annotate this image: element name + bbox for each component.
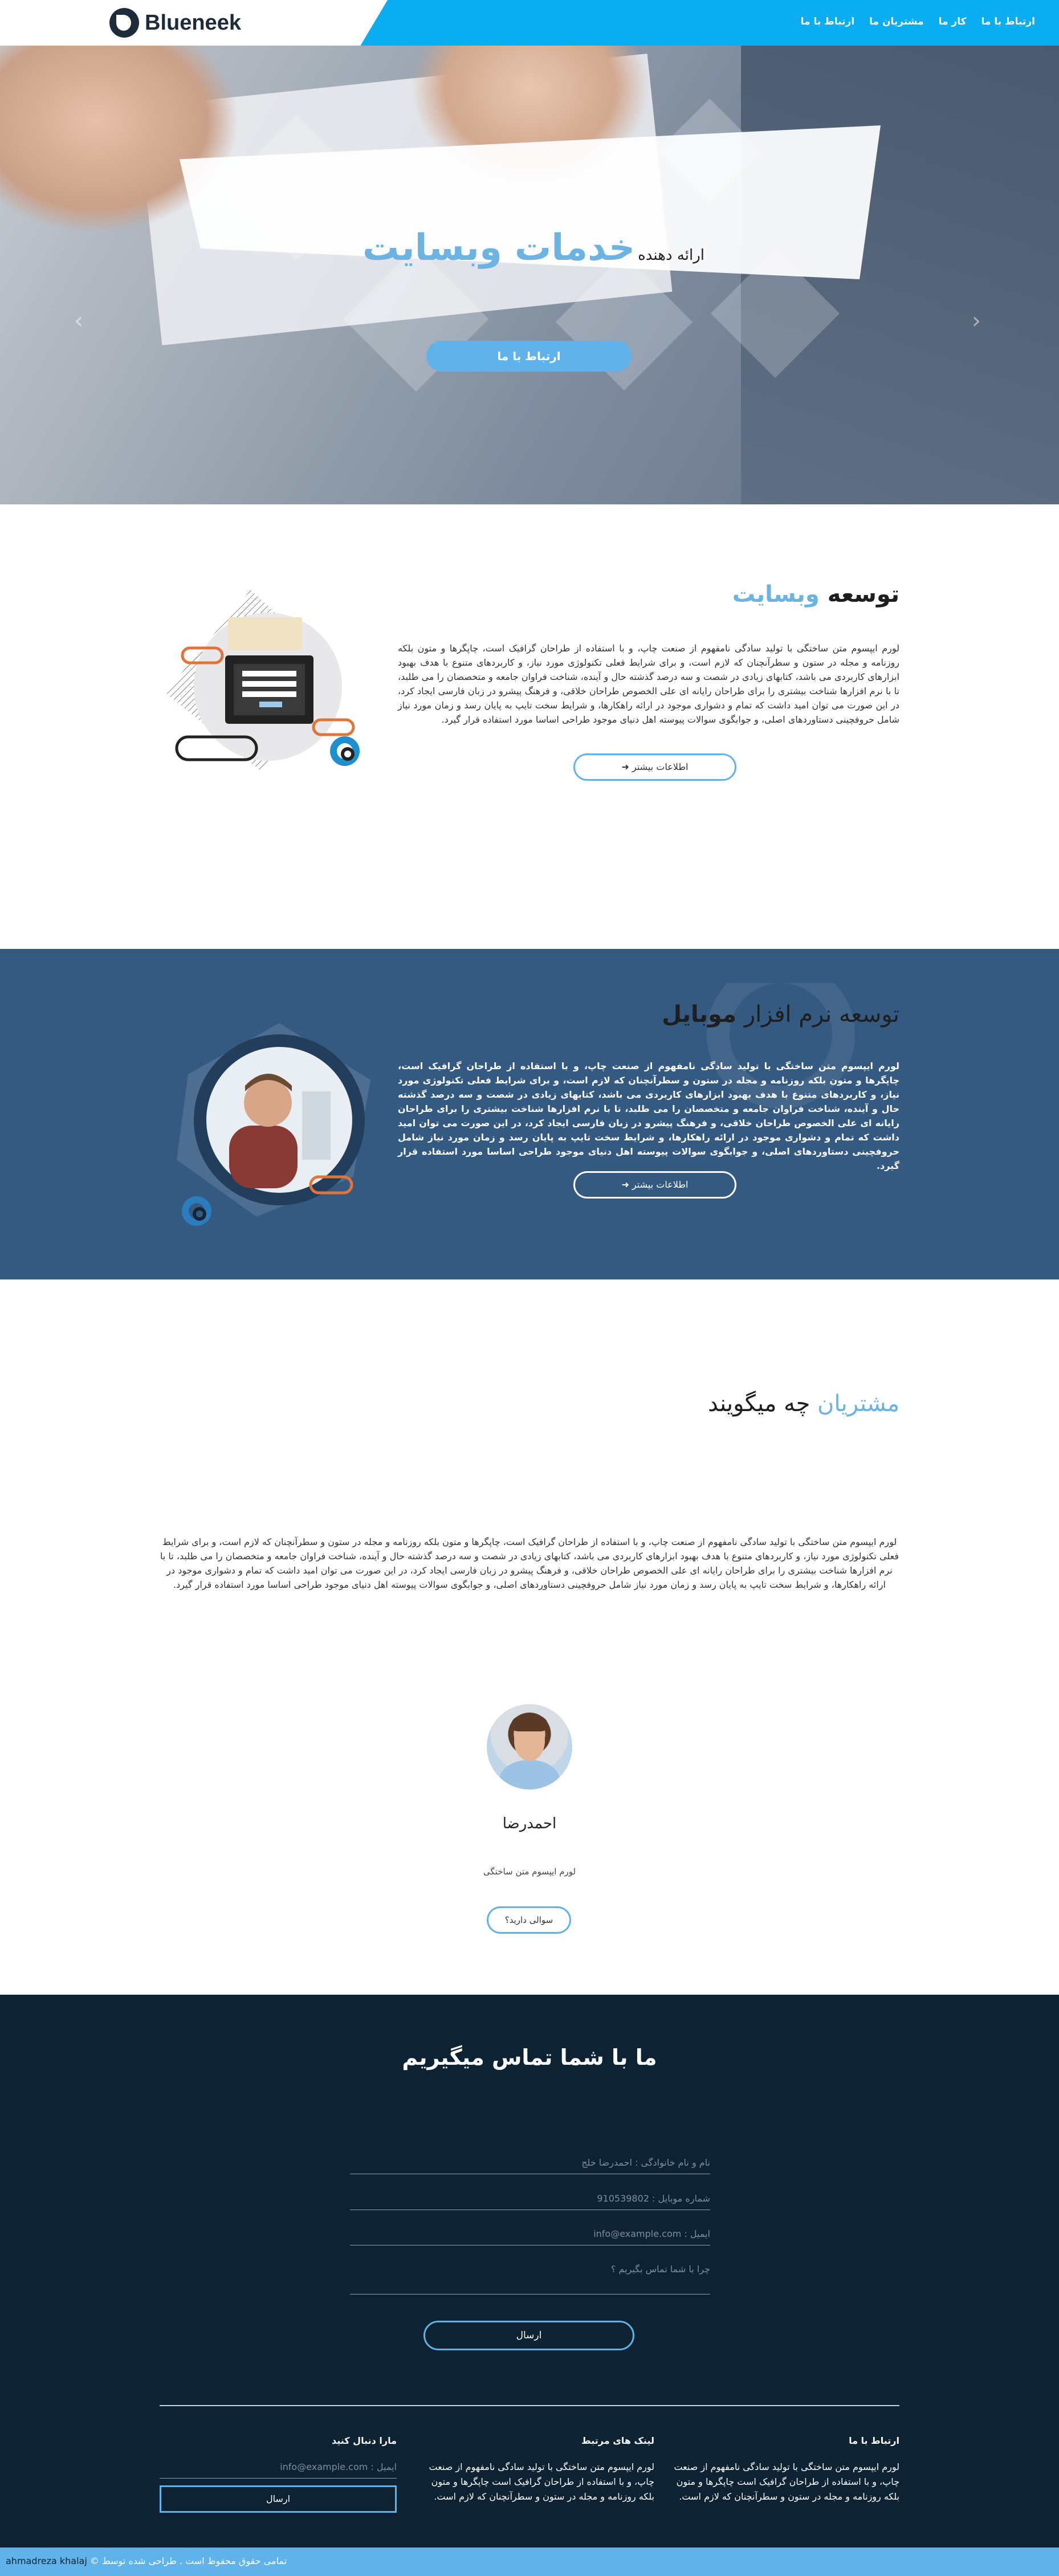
nav-item-our-work[interactable]: کار ما [939,16,967,27]
section-title: مشتریان چه میگویند [708,1391,899,1417]
web-illustration [165,590,360,772]
site-header: Blueneek ارتباط با ما کار ما مشتریان ما … [0,0,1059,46]
person-caption: لورم ایپسوم متن ساختگی [483,1866,576,1877]
whiteboard [302,1091,331,1160]
logo-text: Blueneek [145,10,241,35]
footer-follow-column: مارا دنبال کنید ایمیل : info@example.com… [160,2434,397,2513]
desk-object [228,617,302,650]
more-info-label: اطلاعات بیشتر [632,761,689,772]
section-title: توسعه نرم افزار موبایل [662,1001,899,1028]
main-nav: ارتباط با ما کار ما مشتریان ما ارتباط با… [801,16,1035,27]
arrow-left-icon: ➜ [621,761,629,772]
hero-subtitle: ارائه دهنده [638,247,705,264]
mobile-development-section: توسعه نرم افزار موبایل لورم ایپسوم متن س… [0,949,1059,1279]
section-title-main: توسعه [827,581,899,608]
section-text: لورم ایپسوم متن ساختگی با تولید سادگی نا… [398,643,899,725]
section-title-highlight: وبسایت [732,581,820,608]
web-development-section: توسعه وبسایت لورم ایپسوم متن ساختگی با ت… [0,504,1059,949]
customers-section: مشتریان چه میگویند لورم ایپسوم متن ساختگ… [0,1279,1059,1995]
copyright-bar: ahmadreza khalaj © تمامی حقوق محفوظ است … [0,2548,1059,2576]
section-title: توسعه وبسایت [732,581,899,608]
nav-item-contact[interactable]: ارتباط با ما [981,16,1036,27]
section-title-light: توسعه نرم افزار [744,1001,899,1028]
footer-column-title: لینک های مرتبط [581,2435,654,2446]
footer-column-title: مارا دنبال کنید [332,2435,397,2446]
contact-submit-button[interactable]: ارسال [423,2321,634,2350]
phone-field[interactable]: شماره موبایل : 910539802 [350,2193,710,2210]
message-field[interactable]: چرا با شما تماس بگیریم ؟ [350,2264,710,2294]
footer-column-text: لورم ایپسوم متن ساختگی با تولید سادگی نا… [674,2461,899,2502]
section-text: لورم ایپسوم متن ساختگی با تولید سادگی نا… [398,1061,899,1171]
logo-icon [109,8,139,38]
person-name: احمدرضا [502,1815,557,1832]
newsletter-submit-button[interactable]: ارسال [160,2485,397,2513]
hero-contact-button[interactable]: ارتباط با ما [426,341,632,372]
footer-divider [160,2405,899,2406]
hero-title: ارائه دهنده خدمات وبسایت [0,227,1059,269]
nav-item-contact-2[interactable]: ارتباط با ما [801,16,855,27]
person-shirt [229,1126,298,1188]
copyright-text: ahmadreza khalaj © تمامی حقوق محفوظ است … [6,2555,287,2566]
more-info-label: اطلاعات بیشتر [632,1179,689,1190]
footer-contact-column: ارتباط با ما لورم ایپسوم متن ساختگی با ت… [671,2434,899,2504]
more-info-button[interactable]: اطلاعات بیشتر ➜ [573,1171,736,1199]
slider-prev-icon[interactable]: ‹ [74,308,83,334]
newsletter-email-field[interactable]: ایمیل : info@example.com [160,2460,397,2479]
section-title-highlight: مشتریان [817,1391,899,1417]
footer-column-title: ارتباط با ما [849,2435,899,2446]
section-title-bold: موبایل [662,1001,736,1028]
footer-column-text: لورم ایپسوم متن ساختگی با تولید سادگی نا… [429,2461,654,2502]
nav-item-customers[interactable]: مشتریان ما [869,16,923,27]
contact-section: ما با شما تماس میگیریم نام و نام خانوادگ… [0,1995,1059,2548]
hero-heading: خدمات وبسایت [362,227,636,269]
email-field[interactable]: ایمیل : info@example.com [350,2228,710,2245]
more-info-button[interactable]: اطلاعات بیشتر ➜ [573,753,736,781]
contact-title: ما با شما تماس میگیریم [402,2045,657,2070]
avatar [487,1704,572,1790]
mobile-illustration [177,1023,370,1226]
testimonial-text: لورم ایپسوم متن ساختگی با تولید سادگی نا… [160,1536,899,1590]
question-button[interactable]: سوالی دارید؟ [487,1906,571,1934]
hero-slider: ارائه دهنده خدمات وبسایت ارتباط با ما ‹ … [0,46,1059,504]
slider-next-icon[interactable]: › [972,308,981,334]
logo[interactable]: Blueneek [109,8,241,38]
arrow-left-icon: ➜ [621,1179,629,1190]
author-link[interactable]: ahmadreza khalaj [6,2555,87,2566]
footer-links-column: لینک های مرتبط لورم ایپسوم متن ساختگی با… [426,2434,654,2504]
name-field[interactable]: نام و نام خانوادگی : احمدرضا خلج [350,2157,710,2174]
copyright-label: © تمامی حقوق محفوظ است . طراحی شده توسط [89,2555,287,2566]
section-title-rest: چه میگویند [707,1391,810,1417]
